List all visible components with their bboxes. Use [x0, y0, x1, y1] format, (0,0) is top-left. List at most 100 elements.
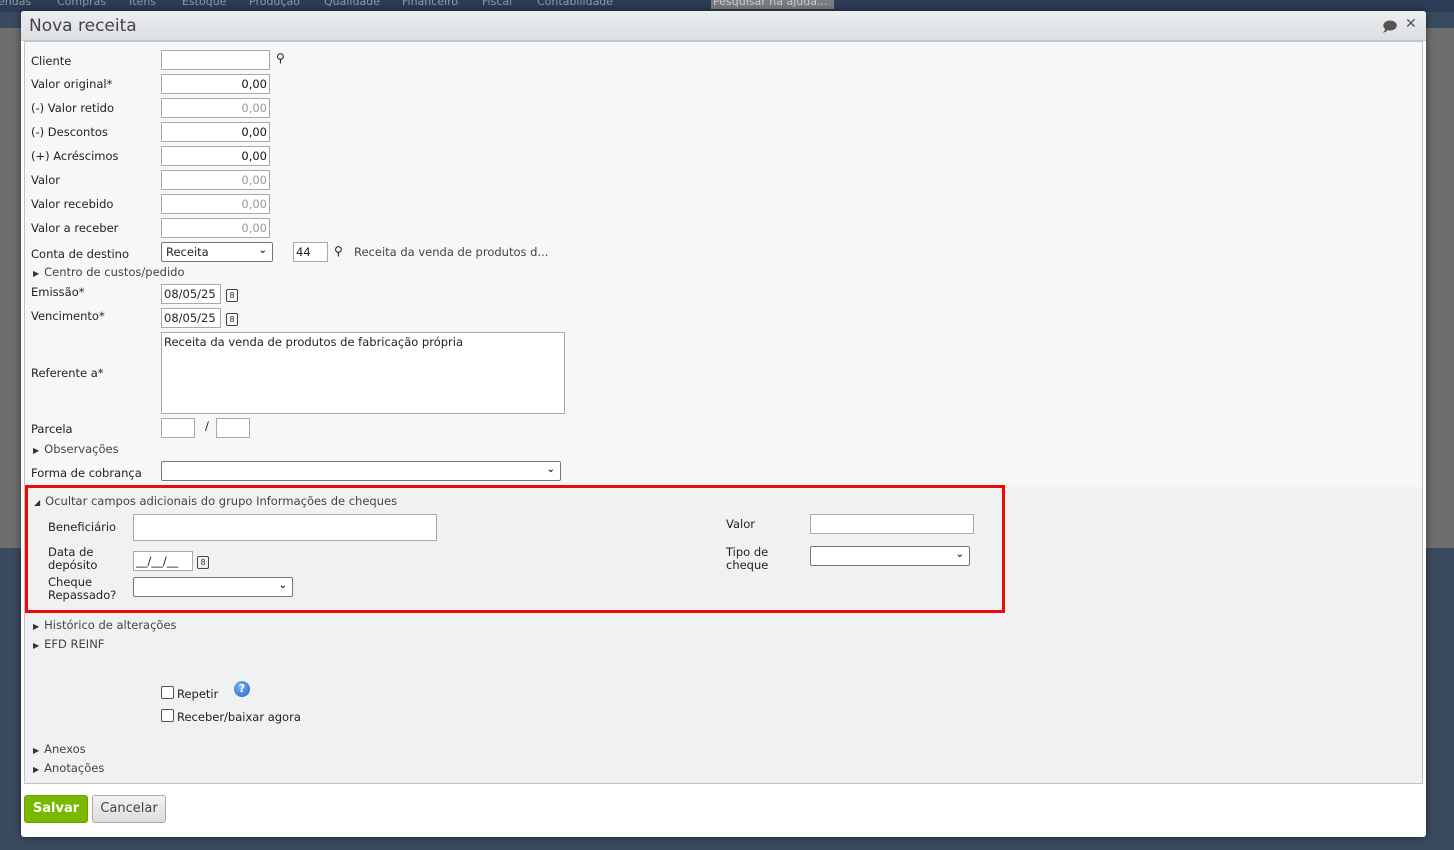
chevron-down-icon: ⌄	[546, 464, 555, 475]
calendar-icon[interactable]: 8	[226, 313, 238, 326]
nav-item: Estoque	[182, 0, 227, 8]
cliente-input[interactable]	[161, 50, 270, 70]
conta-destino-select[interactable]: Receita ⌄	[161, 242, 273, 262]
triangle-right-icon: ▶	[33, 269, 40, 278]
help-icon[interactable]: ?	[234, 681, 250, 697]
data-deposito-input[interactable]: __/__/__	[133, 551, 193, 571]
observacoes-toggle[interactable]: ▶ Observações	[33, 442, 119, 456]
valor-label: Valor	[31, 173, 60, 187]
centro-custos-toggle[interactable]: ▶ Centro de custos/pedido	[33, 265, 184, 279]
selected-value: Receita	[166, 245, 209, 259]
parcela-input[interactable]	[161, 418, 195, 438]
data-deposito-label: Data de depósito	[48, 546, 97, 572]
label-line: Repassado?	[48, 588, 117, 602]
label-line: cheque	[726, 558, 769, 572]
conta-description: Receita da venda de produtos d...	[354, 245, 549, 259]
cliente-label: Cliente	[31, 54, 72, 68]
valor-original-input[interactable]: 0,00	[161, 74, 270, 94]
toggle-label: Centro de custos/pedido	[44, 265, 185, 279]
toggle-label: Observações	[44, 442, 119, 456]
descontos-input[interactable]: 0,00	[161, 122, 270, 142]
comment-icon[interactable]: 🗩	[1382, 16, 1398, 40]
acrescimos-label: (+) Acréscimos	[31, 149, 119, 163]
valor-retido-input[interactable]: 0,00	[161, 98, 270, 118]
label-line: Data de	[48, 545, 94, 559]
valor-recebido-label: Valor recebido	[31, 197, 114, 211]
save-button[interactable]: Salvar	[24, 795, 88, 823]
dialog-title: Nova receita	[29, 16, 137, 36]
valor-retido-label: (-) Valor retido	[31, 101, 115, 115]
label-line: depósito	[48, 558, 98, 572]
label-line: Tipo de	[726, 545, 769, 559]
anexos-toggle[interactable]: ▶ Anexos	[33, 742, 86, 756]
parcela-total-input[interactable]	[216, 418, 250, 438]
cheques-toggle[interactable]: ◢ Ocultar campos adicionais do grupo Info…	[34, 494, 397, 508]
parcela-separator: /	[205, 419, 209, 433]
tipo-cheque-label: Tipo de cheque	[726, 546, 768, 572]
emissao-input[interactable]: 08/05/25	[161, 284, 221, 304]
cheque-repassado-select[interactable]: ⌄	[133, 577, 293, 597]
descontos-label: (-) Descontos	[31, 125, 108, 139]
conta-destino-label: Conta de destino	[31, 247, 129, 261]
repetir-label: Repetir	[177, 687, 219, 701]
valor-recebido-input: 0,00	[161, 194, 270, 214]
forma-cobranca-select[interactable]: ⌄	[161, 461, 561, 481]
nav-item: Financeiro	[402, 0, 459, 8]
conta-code-input[interactable]: 44	[293, 242, 328, 262]
chevron-down-icon: ⌄	[258, 245, 267, 256]
nav-item: endas	[0, 0, 32, 8]
chevron-down-icon: ⌄	[955, 549, 964, 560]
tipo-cheque-select[interactable]: ⌄	[810, 546, 970, 566]
beneficiario-textarea[interactable]	[133, 514, 437, 541]
triangle-right-icon: ▶	[33, 622, 40, 631]
nav-item: Fiscal	[482, 0, 513, 8]
triangle-right-icon: ▶	[33, 746, 40, 755]
cheques-highlight: ◢ Ocultar campos adicionais do grupo Info…	[25, 485, 1005, 613]
triangle-right-icon: ▶	[33, 641, 40, 650]
calendar-icon[interactable]: 8	[197, 556, 209, 569]
chevron-down-icon: ⌄	[278, 580, 287, 591]
historico-toggle[interactable]: ▶ Histórico de alterações	[33, 618, 177, 632]
cheque-valor-input[interactable]	[810, 514, 974, 534]
toggle-label: EFD REINF	[44, 637, 105, 651]
form-panel: Cliente ⚲ Valor original* 0,00 (-) Valor…	[24, 41, 1423, 784]
toggle-label: Histórico de alterações	[44, 618, 177, 632]
valor-a-receber-input: 0,00	[161, 218, 270, 238]
parcela-label: Parcela	[31, 422, 73, 436]
cheque-valor-label: Valor	[726, 517, 755, 531]
receber-checkbox[interactable]	[161, 709, 174, 722]
help-search: Pesquisar na ajuda...	[711, 0, 834, 9]
beneficiario-label: Beneficiário	[48, 520, 117, 534]
anotacoes-toggle[interactable]: ▶ Anotações	[33, 761, 104, 775]
nav-item: Produção	[249, 0, 300, 8]
nav-item: Contabilidade	[537, 0, 614, 8]
triangle-down-icon: ◢	[34, 498, 41, 507]
receber-label: Receber/baixar agora	[177, 710, 301, 724]
dialog-titlebar: Nova receita 🗩 ✕	[21, 11, 1426, 41]
repetir-checkbox[interactable]	[161, 686, 174, 699]
label-line: Cheque	[48, 575, 93, 589]
nova-receita-dialog: Nova receita 🗩 ✕ Cliente ⚲ Valor origina…	[21, 11, 1426, 837]
triangle-right-icon: ▶	[33, 765, 40, 774]
search-icon[interactable]: ⚲	[276, 51, 285, 65]
cancel-button[interactable]: Cancelar	[92, 795, 166, 823]
emissao-label: Emissão*	[31, 285, 85, 299]
nav-item: Compras	[57, 0, 107, 8]
valor-input: 0,00	[161, 170, 270, 190]
forma-cobranca-label: Forma de cobrança	[31, 466, 142, 480]
valor-original-label: Valor original*	[31, 77, 113, 91]
vencimento-label: Vencimento*	[31, 309, 105, 323]
close-icon[interactable]: ✕	[1405, 16, 1417, 32]
referente-label: Referente a*	[31, 366, 104, 380]
valor-a-receber-label: Valor a receber	[31, 221, 119, 235]
toggle-label: Anotações	[44, 761, 105, 775]
vencimento-input[interactable]: 08/05/25	[161, 308, 221, 328]
nav-item: Qualidade	[324, 0, 380, 8]
toggle-label: Anexos	[44, 742, 86, 756]
calendar-icon[interactable]: 8	[226, 289, 238, 302]
nav-item: Itens	[129, 0, 157, 8]
acrescimos-input[interactable]: 0,00	[161, 146, 270, 166]
referente-textarea[interactable]: Receita da venda de produtos de fabricaç…	[161, 332, 565, 414]
search-icon[interactable]: ⚲	[334, 244, 343, 258]
efd-reinf-toggle[interactable]: ▶ EFD REINF	[33, 637, 104, 651]
